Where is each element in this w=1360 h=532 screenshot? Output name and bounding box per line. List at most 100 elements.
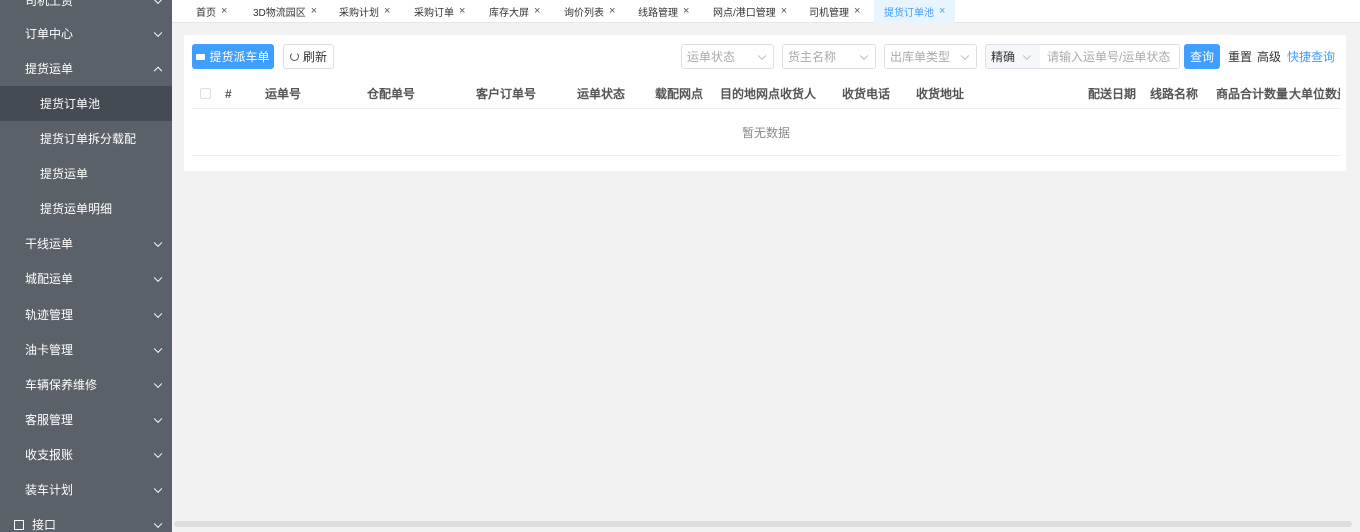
tab-inquiry-list[interactable]: 询价列表 ×	[564, 0, 615, 23]
reset-button[interactable]: 重置	[1228, 44, 1252, 69]
tab-inventory-screen[interactable]: 库存大屏 ×	[489, 0, 540, 23]
sidebar-item-trunk-waybill[interactable]: 干线运单	[0, 226, 172, 261]
sidebar-item-pickup-waybill[interactable]: 提货运单	[0, 51, 172, 86]
close-icon[interactable]: ×	[311, 6, 317, 17]
column-header: 大单位数量	[1289, 87, 1340, 101]
close-icon[interactable]: ×	[854, 6, 860, 17]
sidebar-item-label: 提货订单拆分载配	[40, 132, 137, 146]
close-icon[interactable]: ×	[534, 6, 540, 17]
tab-purchase-plan[interactable]: 采购计划 ×	[339, 0, 390, 23]
tab-label: 库存大屏	[489, 8, 529, 19]
refresh-button[interactable]: 刷新	[283, 44, 334, 69]
outbound-type-select[interactable]: 出库单类型	[884, 44, 977, 69]
quick-query-link[interactable]: 快捷查询	[1287, 44, 1335, 69]
tab-label: 采购计划	[339, 8, 379, 19]
refresh-button-label: 刷新	[302, 50, 327, 64]
close-icon[interactable]: ×	[221, 6, 227, 17]
tab-label: 线路管理	[638, 8, 678, 19]
column-header: 运单号	[265, 87, 302, 101]
sidebar-item-label: 收支报账	[25, 448, 74, 462]
chevron-down-icon	[153, 344, 163, 353]
tab-route-management[interactable]: 线路管理 ×	[638, 0, 689, 23]
column-header: 客户订单号	[476, 87, 537, 101]
refresh-icon	[289, 52, 299, 61]
sidebar-item-label: 客服管理	[25, 413, 74, 427]
dispatch-button[interactable]: 提货派车单	[192, 44, 274, 69]
chevron-down-icon	[153, 449, 163, 458]
column-header: 目的地网点	[720, 87, 781, 101]
select-all-checkbox[interactable]	[200, 88, 211, 99]
chevron-down-icon	[153, 379, 163, 388]
sidebar-item-interface[interactable]: 接口	[0, 507, 172, 532]
close-icon[interactable]: ×	[781, 6, 787, 17]
sidebar-item-order-center[interactable]: 订单中心	[0, 16, 172, 51]
select-placeholder: 货主名称	[788, 50, 837, 64]
sidebar-item-label: 提货运单	[40, 167, 89, 181]
sidebar-item-customer-service[interactable]: 客服管理	[0, 402, 172, 437]
column-header: 线路名称	[1150, 87, 1199, 101]
sidebar-item-pickup-waybill-sub[interactable]: 提货运单	[0, 156, 172, 191]
search-input[interactable]	[1040, 44, 1180, 69]
sidebar-item-label: 订单中心	[25, 27, 74, 41]
tab-station-port-management[interactable]: 网点/港口管理 ×	[713, 0, 787, 23]
column-header: 收货人	[780, 87, 817, 101]
tab-driver-management[interactable]: 司机管理 ×	[809, 0, 860, 23]
owner-name-select[interactable]: 货主名称	[782, 44, 876, 69]
sidebar-item-label: 城配运单	[25, 272, 74, 286]
sidebar-item-pickup-waybill-detail[interactable]: 提货运单明细	[0, 191, 172, 226]
column-header: #	[225, 86, 232, 101]
truck-icon	[196, 53, 206, 60]
chevron-down-icon	[153, 414, 163, 423]
tab-purchase-order[interactable]: 采购订单 ×	[414, 0, 465, 23]
tab-3d-park[interactable]: 3D物流园区 ×	[253, 0, 317, 23]
sidebar-item-expense-report[interactable]: 收支报账	[0, 437, 172, 472]
dispatch-button-label: 提货派车单	[209, 50, 270, 64]
column-header: 载配网点	[655, 87, 704, 101]
checkbox-icon	[14, 519, 24, 530]
query-button[interactable]: 查询	[1184, 44, 1220, 69]
chevron-down-icon	[153, 273, 163, 282]
advanced-button[interactable]: 高级	[1257, 44, 1281, 69]
tab-pickup-order-pool[interactable]: 提货订单池 ×	[874, 0, 956, 23]
sidebar-item-pickup-order-pool[interactable]: 提货订单池	[0, 86, 172, 121]
tab-home[interactable]: 首页 ×	[196, 0, 227, 23]
tab-label: 提货订单池	[884, 8, 934, 19]
close-icon[interactable]: ×	[939, 6, 945, 17]
quick-query-label: 快捷查询	[1287, 50, 1336, 64]
sidebar-item-label: 接口	[32, 518, 57, 532]
close-icon[interactable]: ×	[609, 6, 615, 17]
chevron-down-icon	[153, 484, 163, 493]
sidebar-item-label: 提货运单	[25, 62, 74, 76]
chevron-down-icon	[859, 51, 869, 60]
tab-label: 询价列表	[564, 8, 604, 19]
app-root: 司机工资 订单中心 提货运单 提货订单池 提货订单拆分载配 提货运单 提货运单明…	[0, 0, 1360, 532]
sidebar-item-label: 车辆保养维修	[25, 378, 98, 392]
sidebar-item-label: 油卡管理	[25, 343, 74, 357]
query-button-label: 查询	[1189, 50, 1214, 64]
sidebar-item-label: 司机工资	[25, 0, 74, 8]
sidebar: 司机工资 订单中心 提货运单 提货订单池 提货订单拆分载配 提货运单 提货运单明…	[0, 0, 172, 532]
sidebar-item-loading-plan[interactable]: 装车计划	[0, 472, 172, 507]
sidebar-item-fuel-card[interactable]: 油卡管理	[0, 332, 172, 367]
chevron-down-icon	[960, 51, 970, 60]
tab-bar: 首页 × 3D物流园区 × 采购计划 × 采购订单 × 库存大屏 × 询价列表 × 线路管理…	[172, 0, 1360, 23]
tab-label: 首页	[196, 8, 216, 19]
chevron-down-icon	[153, 309, 163, 318]
sidebar-item-vehicle-maintenance[interactable]: 车辆保养维修	[0, 367, 172, 402]
close-icon[interactable]: ×	[683, 6, 689, 17]
sidebar-item-pickup-order-split[interactable]: 提货订单拆分载配	[0, 121, 172, 156]
close-icon[interactable]: ×	[384, 6, 390, 17]
horizontal-scrollbar[interactable]	[174, 521, 1352, 527]
column-header: 运单状态	[577, 87, 626, 101]
reset-button-label: 重置	[1228, 50, 1253, 64]
close-icon[interactable]: ×	[459, 6, 465, 17]
sidebar-item-city-waybill[interactable]: 城配运单	[0, 261, 172, 296]
match-mode-select[interactable]: 精确	[985, 44, 1041, 69]
chevron-down-icon	[757, 51, 767, 60]
sidebar-item-track-management[interactable]: 轨迹管理	[0, 297, 172, 332]
waybill-status-select[interactable]: 运单状态	[681, 44, 774, 69]
tab-label: 采购订单	[414, 8, 454, 19]
tab-label: 司机管理	[809, 8, 849, 19]
sidebar-item-label: 装车计划	[25, 483, 74, 497]
chevron-down-icon	[1022, 51, 1032, 60]
